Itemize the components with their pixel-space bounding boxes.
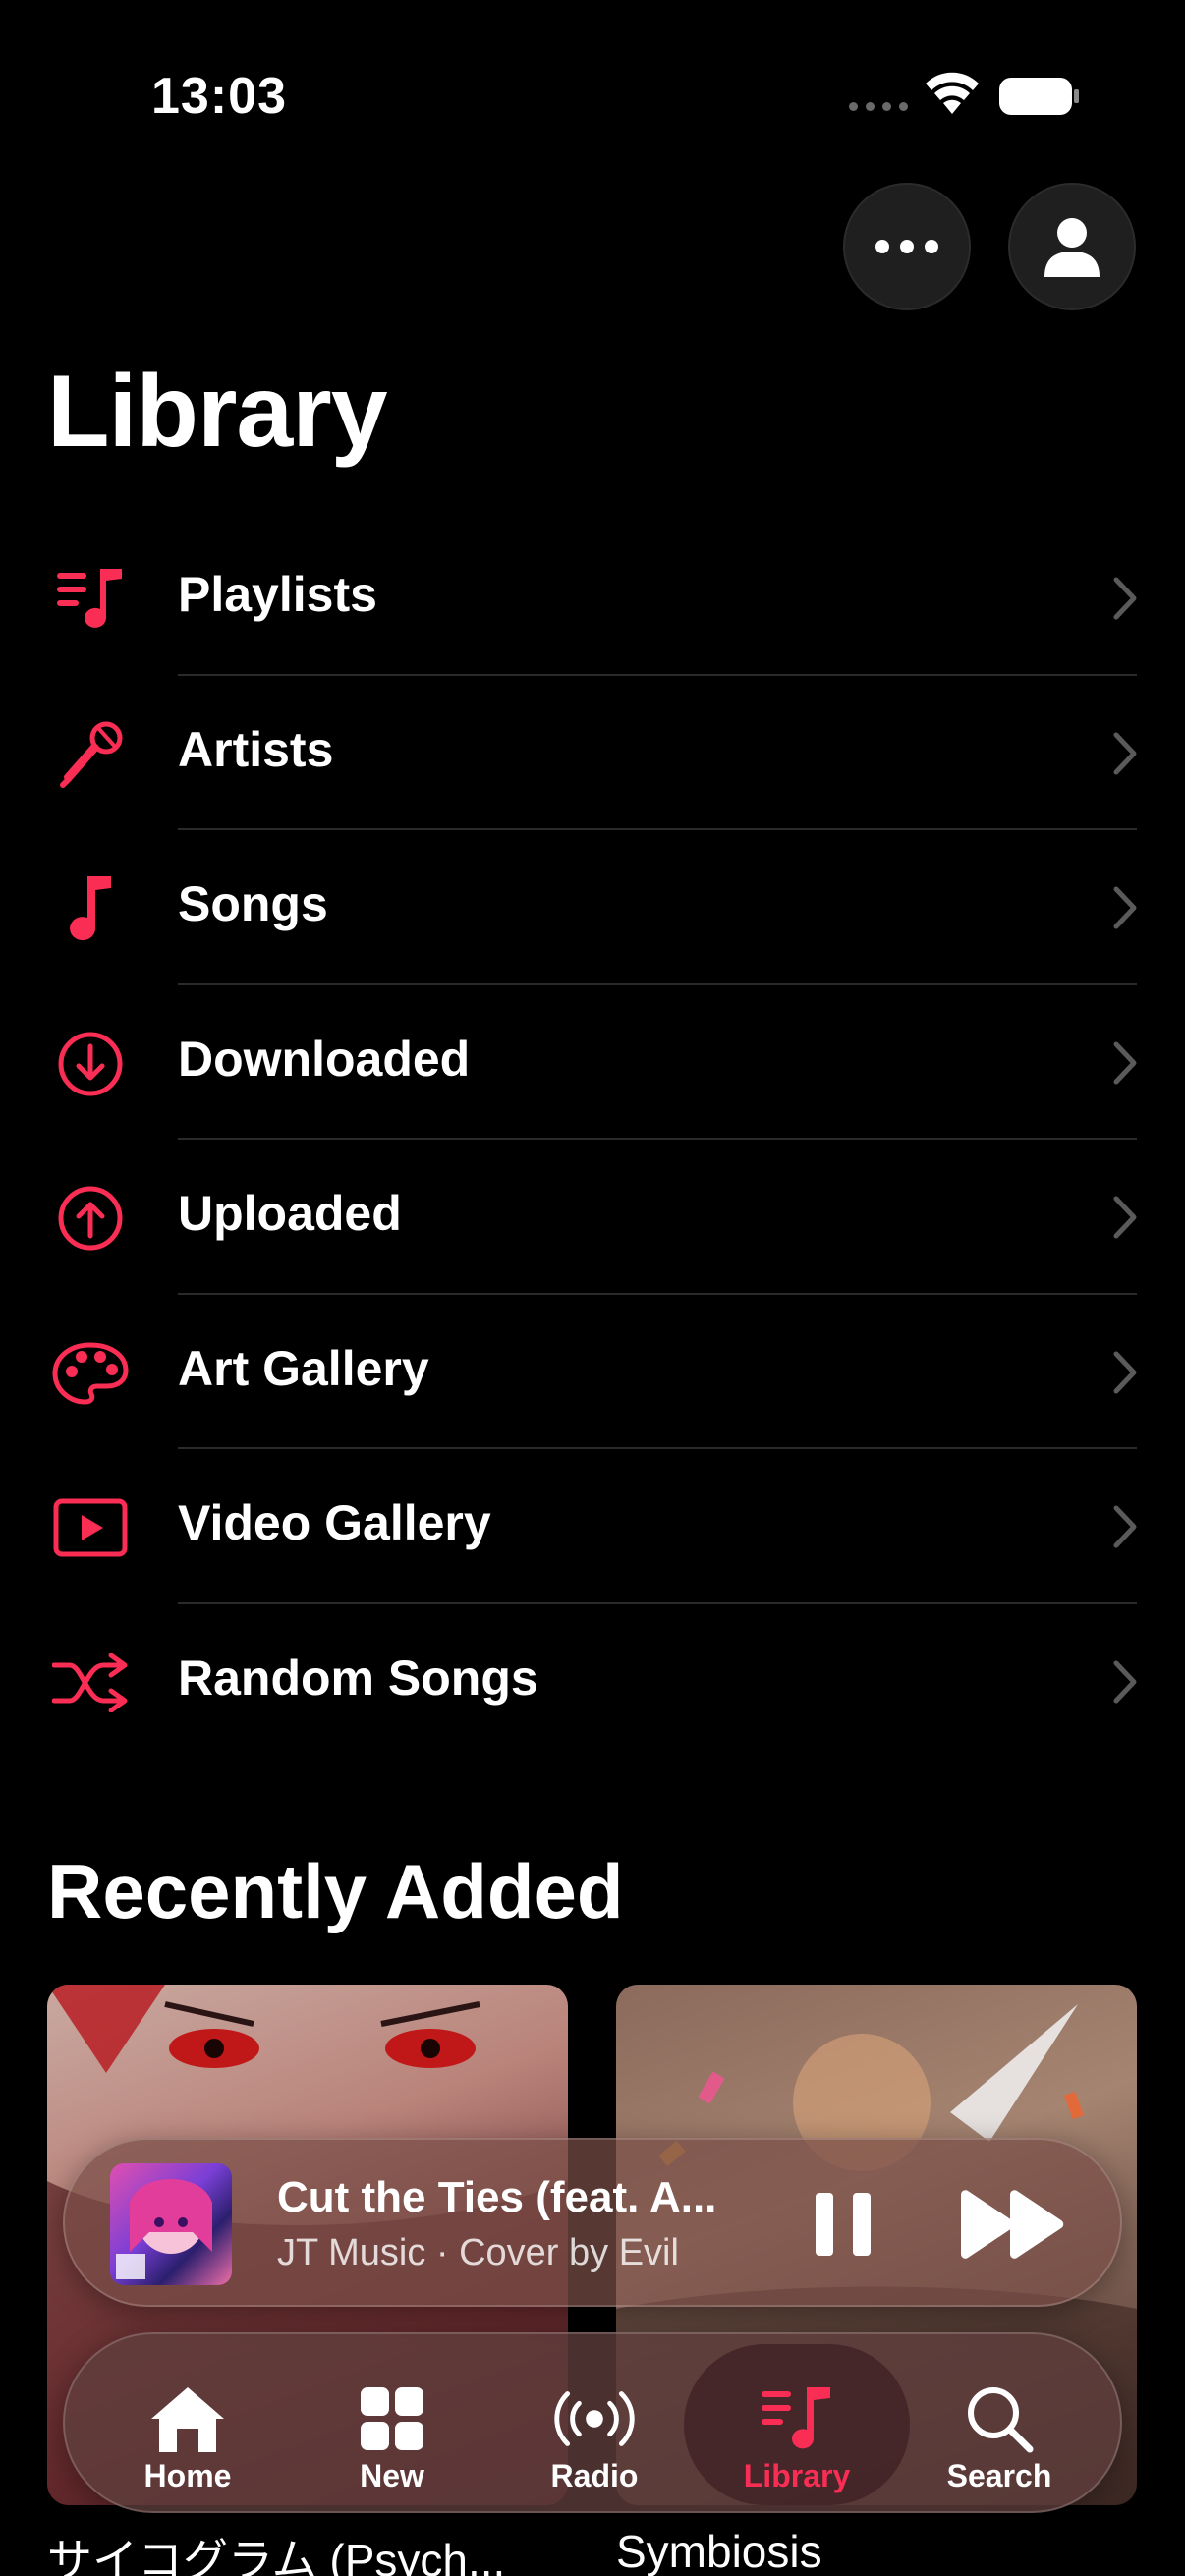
now-playing-subtitle: JT Music · Cover by Evil: [277, 2232, 679, 2273]
status-time: 13:03: [151, 68, 287, 125]
chevron-right-icon: [1113, 1505, 1137, 1548]
tab-new[interactable]: New: [279, 2344, 505, 2505]
library-item-label: Songs: [178, 876, 328, 931]
skip-forward-button[interactable]: [955, 2185, 1069, 2264]
library-item-downloaded[interactable]: Downloaded: [0, 985, 1185, 1140]
wifi-icon: [926, 72, 979, 114]
account-button[interactable]: [1008, 183, 1136, 310]
now-playing-artwork: [110, 2163, 232, 2285]
library-item-playlists[interactable]: Playlists: [0, 521, 1185, 676]
now-playing-title: Cut the Ties (feat. A...: [277, 2173, 717, 2221]
battery-icon: [999, 78, 1079, 115]
chevron-right-icon: [1113, 732, 1137, 774]
library-item-label: Art Gallery: [178, 1340, 429, 1396]
tab-home[interactable]: Home: [75, 2344, 301, 2505]
download-circle-icon: [51, 1029, 130, 1099]
chevron-right-icon: [1113, 577, 1137, 620]
library-item-label: Video Gallery: [178, 1495, 491, 1550]
person-icon: [1044, 218, 1100, 277]
library-item-label: Playlists: [178, 567, 377, 622]
tab-radio[interactable]: Radio: [481, 2344, 707, 2505]
tab-label: Radio: [550, 2458, 639, 2493]
playlist-icon: [51, 564, 130, 635]
tab-label: Search: [946, 2458, 1052, 2493]
chevron-right-icon: [1113, 1660, 1137, 1703]
upload-circle-icon: [51, 1183, 130, 1254]
library-icon: [753, 2380, 841, 2458]
chevron-right-icon: [1113, 1351, 1137, 1393]
chevron-right-icon: [1113, 1041, 1137, 1084]
library-item-random-songs[interactable]: Random Songs: [0, 1604, 1185, 1760]
library-item-label: Random Songs: [178, 1650, 538, 1706]
library-item-uploaded[interactable]: Uploaded: [0, 1140, 1185, 1295]
status-bar: 13:03: [0, 0, 1185, 187]
play-rectangle-icon: [51, 1492, 130, 1563]
library-item-artists[interactable]: Artists: [0, 676, 1185, 830]
page-title: Library: [47, 355, 388, 469]
album-title[interactable]: サイコグラム (Psych...: [47, 2525, 568, 2576]
tab-bar: Home New Radio Library Search: [63, 2332, 1122, 2513]
library-list: Playlists Artists Songs Downloaded Uploa…: [0, 521, 1185, 1759]
library-item-songs[interactable]: Songs: [0, 830, 1185, 985]
shuffle-icon: [51, 1648, 130, 1718]
tab-label: New: [360, 2458, 424, 2493]
ellipsis-icon: [875, 240, 938, 253]
recently-added-title: Recently Added: [47, 1848, 624, 1934]
tab-label: Library: [743, 2458, 851, 2493]
more-options-button[interactable]: [843, 183, 971, 310]
magnifier-icon: [955, 2380, 1044, 2458]
tab-library[interactable]: Library: [684, 2344, 910, 2505]
chevron-right-icon: [1113, 1196, 1137, 1239]
music-note-icon: [51, 873, 130, 944]
library-item-art-gallery[interactable]: Art Gallery: [0, 1295, 1185, 1449]
broadcast-icon: [550, 2380, 639, 2458]
library-item-label: Uploaded: [178, 1186, 402, 1241]
tab-label: Home: [143, 2458, 232, 2493]
mini-player[interactable]: Cut the Ties (feat. A... JT Music · Cove…: [63, 2138, 1122, 2307]
cellular-signal-icon: [849, 102, 908, 111]
tab-search[interactable]: Search: [886, 2344, 1112, 2505]
house-icon: [143, 2380, 232, 2458]
microphone-icon: [51, 719, 130, 790]
palette-icon: [51, 1338, 130, 1409]
album-title[interactable]: Symbiosis: [616, 2525, 1137, 2576]
chevron-right-icon: [1113, 886, 1137, 929]
library-item-label: Downloaded: [178, 1031, 471, 1087]
grid-icon: [348, 2380, 436, 2458]
library-item-video-gallery[interactable]: Video Gallery: [0, 1449, 1185, 1604]
pause-button[interactable]: [804, 2185, 882, 2264]
library-item-label: Artists: [178, 721, 334, 777]
